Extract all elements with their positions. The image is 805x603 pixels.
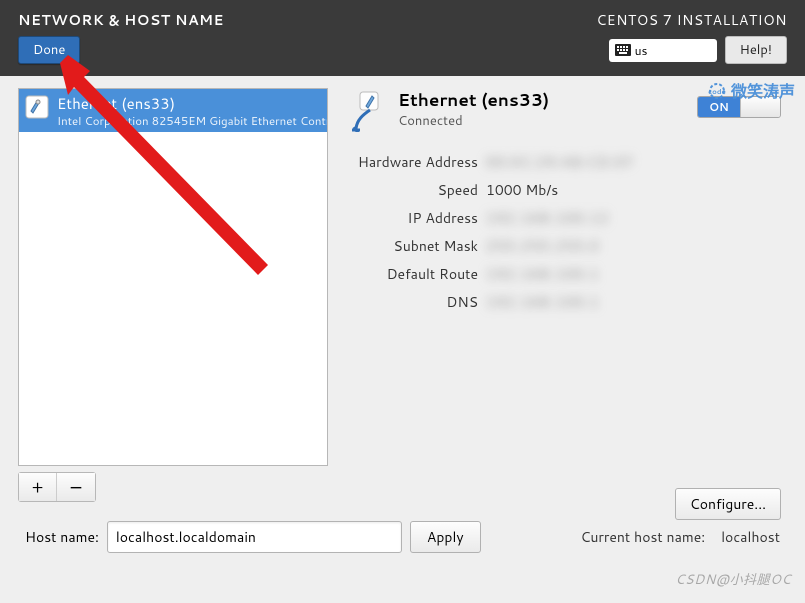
interface-row-title: Ethernet (ens33): [57, 95, 319, 114]
page-title: NETWORK & HOST NAME: [18, 10, 224, 30]
ip-address-value: 192.168.100.12: [486, 208, 609, 228]
hw-address-label: Hardware Address: [346, 152, 486, 172]
interface-detail-column: Ethernet (ens33) Connected ON Hardware A…: [328, 88, 787, 502]
current-hostname-value: localhost: [721, 527, 780, 547]
interface-list[interactable]: Ethernet (ens33) Intel Corporation 82545…: [18, 88, 328, 466]
speed-label: Speed: [346, 180, 486, 200]
topbar: NETWORK & HOST NAME Done CENTOS 7 INSTAL…: [0, 0, 805, 76]
apply-hostname-button[interactable]: Apply: [410, 521, 481, 553]
interface-name: Ethernet (ens33): [398, 88, 549, 112]
content: Ethernet (ens33) Intel Corporation 82545…: [0, 76, 805, 502]
keyboard-layout-text: us: [635, 42, 648, 59]
subnet-mask-label: Subnet Mask: [346, 236, 486, 256]
watermark-bottom: CSDN@小抖腿OC: [675, 569, 791, 589]
hostname-row: Host name: Apply Current host name: loca…: [25, 521, 780, 553]
hostname-label: Host name:: [25, 527, 99, 547]
ip-address-label: IP Address: [346, 208, 486, 228]
hw-address-value: 00:0C:29:AB:CD:EF: [486, 152, 634, 172]
interface-row-subtitle: Intel Corporation 82545EM Gigabit Ethern…: [57, 114, 319, 128]
dns-label: DNS: [346, 292, 486, 312]
interface-status: Connected: [398, 112, 549, 130]
current-hostname-label: Current host name:: [580, 527, 705, 547]
nic-large-icon: [346, 90, 388, 132]
done-button[interactable]: Done: [18, 36, 80, 64]
dns-value: 192.168.100.1: [486, 292, 600, 312]
watermark-icon: code: [707, 81, 727, 101]
keyboard-layout-indicator[interactable]: us: [609, 39, 717, 62]
svg-text:code: code: [708, 87, 726, 97]
keyboard-icon: [615, 44, 631, 56]
nic-icon: [25, 95, 49, 119]
default-route-label: Default Route: [346, 264, 486, 284]
interface-list-column: Ethernet (ens33) Intel Corporation 82545…: [18, 88, 328, 502]
default-route-value: 192.168.100.1: [486, 264, 600, 284]
interface-properties: Hardware Address00:0C:29:AB:CD:EF Speed1…: [346, 152, 787, 312]
interface-row-ens33[interactable]: Ethernet (ens33) Intel Corporation 82545…: [19, 89, 327, 132]
hostname-input[interactable]: [107, 521, 402, 553]
installation-label: CENTOS 7 INSTALLATION: [596, 10, 787, 30]
help-button[interactable]: Help!: [725, 36, 787, 64]
speed-value: 1000 Mb/s: [486, 180, 558, 200]
topbar-right: CENTOS 7 INSTALLATION us Help!: [596, 10, 787, 64]
add-remove-toolbar: + −: [18, 472, 96, 502]
subnet-mask-value: 255.255.255.0: [486, 236, 600, 256]
add-interface-button[interactable]: +: [19, 473, 57, 501]
topbar-left: NETWORK & HOST NAME Done: [18, 10, 224, 64]
remove-interface-button[interactable]: −: [57, 473, 95, 501]
configure-button[interactable]: Configure...: [675, 488, 781, 520]
watermark-top: code 微笑涛声: [707, 78, 795, 103]
